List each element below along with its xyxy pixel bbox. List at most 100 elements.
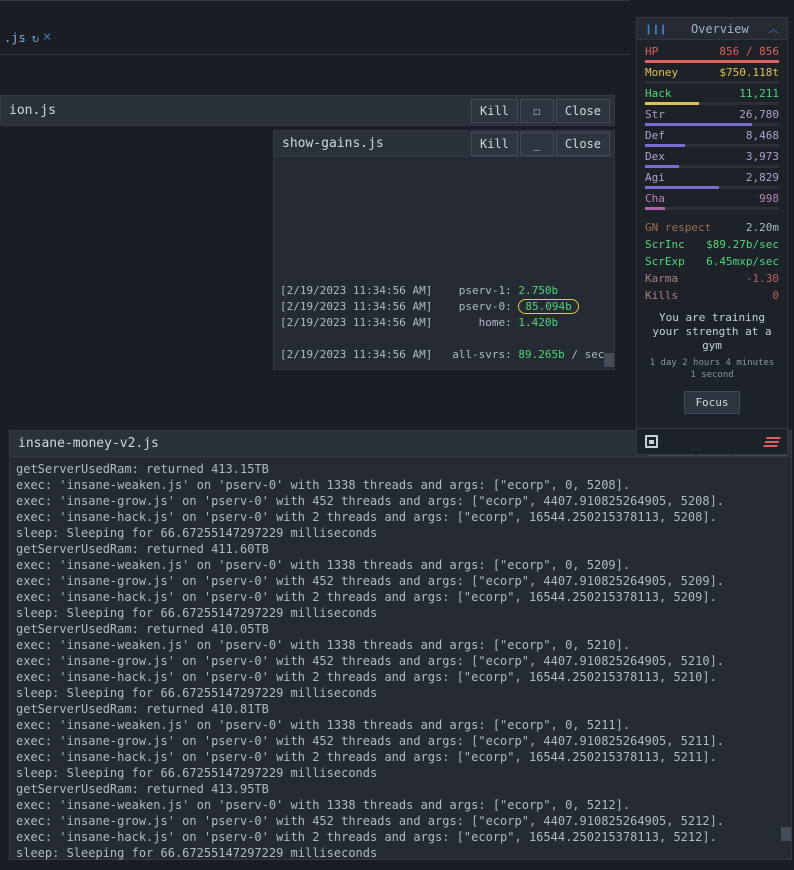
log-line: sleep: Sleeping for 66.67255147297229 mi… bbox=[16, 525, 785, 541]
stat-name: Agi bbox=[645, 171, 746, 185]
stat-name: Dex bbox=[645, 150, 746, 164]
stat-name: Def bbox=[645, 129, 746, 143]
window-title: ion.js bbox=[9, 103, 469, 118]
stat-name: Cha bbox=[645, 192, 759, 206]
stat-extra: ScrExp6.45mxp/sec bbox=[645, 255, 779, 269]
close-icon[interactable]: × bbox=[43, 31, 51, 45]
stat-extra: GN respect2.20m bbox=[645, 221, 779, 235]
log-line: exec: 'insane-grow.js' on 'pserv-0' with… bbox=[16, 813, 785, 829]
log-summary: [2/19/2023 11:34:56 AM] all-svrs: 89.265… bbox=[280, 347, 608, 363]
stat-bar bbox=[645, 186, 779, 189]
log-line: exec: 'insane-hack.js' on 'pserv-0' with… bbox=[16, 829, 785, 845]
close-button[interactable]: Close bbox=[556, 99, 610, 123]
minimize-button[interactable]: ☐ bbox=[520, 99, 554, 123]
log-line: getServerUsedRam: returned 411.60TB bbox=[16, 541, 785, 557]
stat-bar bbox=[645, 60, 779, 63]
log-line: exec: 'insane-weaken.js' on 'pserv-0' wi… bbox=[16, 717, 785, 733]
stat-money: Money$750.118t bbox=[645, 66, 779, 80]
tab-strip: .js ↻ × bbox=[0, 29, 55, 47]
stat-bar bbox=[645, 81, 779, 84]
log-line: exec: 'insane-weaken.js' on 'pserv-0' wi… bbox=[16, 557, 785, 573]
stat-name: Money bbox=[645, 66, 719, 80]
log-line: sleep: Sleeping for 66.67255147297229 mi… bbox=[16, 845, 785, 861]
stat-value: $89.27b/sec bbox=[706, 238, 779, 252]
log-line: getServerUsedRam: returned 413.15TB bbox=[16, 461, 785, 477]
refresh-icon[interactable]: ↻ bbox=[32, 31, 39, 45]
stat-name: ScrInc bbox=[645, 238, 706, 252]
stat-value: 2,829 bbox=[746, 171, 779, 185]
stat-bar bbox=[645, 123, 779, 126]
stat-name: Str bbox=[645, 108, 739, 122]
scrollbar-handle[interactable] bbox=[781, 827, 791, 841]
timestamp: [2/19/2023 11:34:56 AM] bbox=[280, 284, 452, 297]
overview-footer bbox=[637, 428, 787, 454]
kill-button[interactable]: Kill bbox=[471, 99, 518, 123]
stat-name: HP bbox=[645, 45, 719, 59]
stat-value: 26,780 bbox=[739, 108, 779, 122]
window-title: insane-money-v2.js bbox=[18, 436, 646, 451]
stat-value: 8,468 bbox=[746, 129, 779, 143]
stat-value: 856 / 856 bbox=[719, 45, 779, 59]
stat-def: Def8,468 bbox=[645, 129, 779, 143]
stat-value: 11,211 bbox=[739, 87, 779, 101]
log-line: getServerUsedRam: returned 410.05TB bbox=[16, 621, 785, 637]
stat-name: Kills bbox=[645, 289, 772, 303]
close-button[interactable]: Close bbox=[556, 132, 610, 156]
tab-file[interactable]: .js bbox=[4, 31, 26, 45]
stat-name: Hack bbox=[645, 87, 739, 101]
stat-name: GN respect bbox=[645, 221, 746, 235]
log-line: getServerUsedRam: returned 410.81TB bbox=[16, 701, 785, 717]
stat-value: 998 bbox=[759, 192, 779, 206]
chevron-up-icon[interactable]: 〈 bbox=[767, 24, 782, 34]
stat-value: 0 bbox=[772, 289, 779, 303]
log-line: exec: 'insane-grow.js' on 'pserv-0' with… bbox=[16, 573, 785, 589]
log-line: sleep: Sleeping for 66.67255147297229 mi… bbox=[16, 765, 785, 781]
log-line: exec: 'insane-grow.js' on 'pserv-0' with… bbox=[16, 493, 785, 509]
log-line: exec: 'insane-weaken.js' on 'pserv-0' wi… bbox=[16, 477, 785, 493]
stat-dex: Dex3,973 bbox=[645, 150, 779, 164]
top-bar: .js ↻ × bbox=[0, 0, 630, 55]
stat-name: Karma bbox=[645, 272, 746, 286]
stat-bar bbox=[645, 207, 779, 210]
stat-value: -1.30 bbox=[746, 272, 779, 286]
overview-title: Overview bbox=[671, 22, 769, 36]
stat-hp: HP856 / 856 bbox=[645, 45, 779, 59]
menu-icon[interactable] bbox=[763, 437, 781, 447]
window-header[interactable]: show-gains.js Kill _ Close bbox=[274, 131, 614, 157]
stat-extra: Karma-1.30 bbox=[645, 272, 779, 286]
scrollbar-handle[interactable] bbox=[604, 353, 614, 367]
window-insane-money: insane-money-v2.js Kill _ Close getServe… bbox=[9, 430, 792, 860]
stat-value: 6.45mxp/sec bbox=[706, 255, 779, 269]
log-line: sleep: Sleeping for 66.67255147297229 mi… bbox=[16, 605, 785, 621]
stat-str: Str26,780 bbox=[645, 108, 779, 122]
stats-icon: ❙❙❙ bbox=[645, 22, 667, 36]
kill-button[interactable]: Kill bbox=[471, 132, 518, 156]
log-line: exec: 'insane-hack.js' on 'pserv-0' with… bbox=[16, 669, 785, 685]
stat-value: 2.20m bbox=[746, 221, 779, 235]
timestamp: [2/19/2023 11:34:56 AM] bbox=[280, 316, 452, 329]
window-ion: ion.js Kill ☐ Close bbox=[0, 95, 615, 125]
gain-value: 2.750b bbox=[518, 284, 558, 297]
focus-button[interactable]: Focus bbox=[684, 391, 739, 414]
log-line: exec: 'insane-weaken.js' on 'pserv-0' wi… bbox=[16, 797, 785, 813]
log-content: getServerUsedRam: returned 413.15TBexec:… bbox=[10, 457, 791, 865]
server-label: home: bbox=[452, 316, 518, 329]
minimize-button[interactable]: _ bbox=[520, 132, 554, 156]
overview-panel: ❙❙❙ Overview 〈 HP856 / 856 Money$750.118t… bbox=[636, 17, 788, 455]
log-line: sleep: Sleeping for 66.67255147297229 mi… bbox=[16, 685, 785, 701]
log-row: [2/19/2023 11:34:56 AM] home: 1.420b bbox=[280, 315, 608, 331]
timestamp: [2/19/2023 11:34:56 AM] bbox=[280, 300, 452, 313]
log-content: [2/19/2023 11:34:56 AM] pserv-1: 2.750b [… bbox=[274, 279, 614, 367]
log-line: exec: 'insane-hack.js' on 'pserv-0' with… bbox=[16, 749, 785, 765]
window-title: show-gains.js bbox=[282, 136, 469, 151]
tab-controls: ↻ × bbox=[32, 31, 52, 45]
overview-header[interactable]: ❙❙❙ Overview 〈 bbox=[637, 18, 787, 40]
log-line: exec: 'insane-grow.js' on 'pserv-0' with… bbox=[16, 733, 785, 749]
log-line: exec: 'insane-hack.js' on 'pserv-0' with… bbox=[16, 509, 785, 525]
server-label: pserv-1: bbox=[452, 284, 518, 297]
stat-agi: Agi2,829 bbox=[645, 171, 779, 185]
stat-bar bbox=[645, 102, 779, 105]
log-row: [2/19/2023 11:34:56 AM] pserv-0: 85.094b bbox=[280, 299, 608, 315]
save-icon[interactable] bbox=[645, 435, 658, 448]
window-header[interactable]: ion.js Kill ☐ Close bbox=[1, 96, 614, 126]
